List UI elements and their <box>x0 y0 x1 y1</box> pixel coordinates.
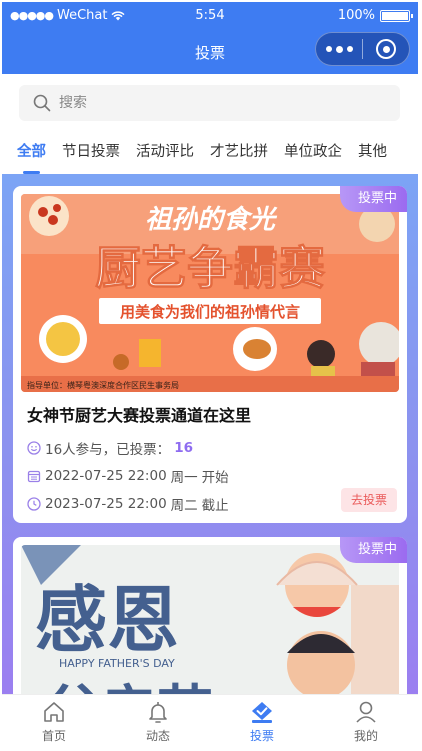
tab-talent-contest[interactable]: 才艺比拼 <box>210 132 268 174</box>
tab-all[interactable]: 全部 <box>17 132 46 174</box>
end-weekday: 周二 <box>170 498 198 514</box>
card-banner-image: 感恩 HAPPY FATHER'S DAY 父亲节 <box>21 545 399 694</box>
tab-organization[interactable]: 单位政企 <box>284 132 342 174</box>
more-dot-icon <box>346 46 353 52</box>
search-icon <box>33 94 51 112</box>
clock-icon <box>27 497 41 511</box>
bell-icon <box>149 702 167 723</box>
end-row: 2023-07-25 22:00 周二 截止 <box>27 494 229 514</box>
banner-sub-text: HAPPY FATHER'S DAY <box>59 657 175 670</box>
tabbar-activity[interactable]: 动态 <box>106 695 210 747</box>
battery-percent: 100% <box>337 8 375 23</box>
search-box[interactable] <box>19 85 400 121</box>
tabbar-home-label: 首页 <box>41 729 66 743</box>
tabbar-vote-label: 投票 <box>249 729 274 743</box>
mini-program-capsule <box>315 32 410 66</box>
tab-holiday-vote[interactable]: 节日投票 <box>62 132 120 174</box>
close-button[interactable] <box>363 39 409 59</box>
bottom-tab-bar: 首页 动态 投票 我的 <box>2 694 418 747</box>
tabbar-profile-label: 我的 <box>353 729 378 743</box>
vote-card[interactable]: 投票中 祖孙的食光 厨艺争霸赛 用美食为我们的祖孙情代言 指导单位：横琴粤澳深度… <box>13 186 407 523</box>
banner-main-text: 厨艺争霸赛 <box>95 241 326 295</box>
end-date: 2023-07-25 22:00 <box>45 496 167 512</box>
more-dot-icon <box>325 46 332 52</box>
more-button[interactable] <box>316 45 362 53</box>
category-tabs: 全部 节日投票 活动评比 才艺比拼 单位政企 其他 <box>2 132 418 174</box>
start-date: 2022-07-25 22:00 <box>45 468 167 484</box>
search-section <box>2 74 418 132</box>
vote-count: 16 <box>174 440 193 456</box>
banner-illustration: 祖孙的食光 厨艺争霸赛 用美食为我们的祖孙情代言 指导单位：横琴粤澳深度合作区民… <box>21 194 399 392</box>
participants-row: 16人参与，已投票： 16 <box>27 438 193 458</box>
tab-activity-rating[interactable]: 活动评比 <box>136 132 194 174</box>
battery-icon <box>380 9 413 22</box>
tabbar-profile[interactable]: 我的 <box>314 695 418 747</box>
search-input[interactable] <box>59 95 359 111</box>
tab-other[interactable]: 其他 <box>358 132 387 174</box>
banner-illustration: 感恩 HAPPY FATHER'S DAY 父亲节 <box>21 545 399 694</box>
status-bar: ●●●●● WeChat 5:54 100% <box>2 2 418 30</box>
banner-sub-text: 用美食为我们的祖孙情代言 <box>120 303 300 321</box>
participants-text: 16人参与，已投票： <box>45 442 171 458</box>
start-row: 2022-07-25 22:00 周一 开始 <box>27 466 229 486</box>
status-badge: 投票中 <box>339 537 407 563</box>
card-title: 女神节厨艺大赛投票通道在这里 <box>27 406 252 425</box>
tabbar-activity-label: 动态 <box>145 729 170 743</box>
more-dot-icon <box>335 45 343 53</box>
status-right: 100% <box>337 8 413 23</box>
tabbar-home[interactable]: 首页 <box>2 695 106 747</box>
app-frame: ●●●●● WeChat 5:54 100% 投票 搜索 全部 节日投票 活动评… <box>2 2 418 747</box>
go-vote-button[interactable]: 去投票 <box>341 488 397 512</box>
start-weekday: 周一 <box>170 470 198 486</box>
home-icon <box>44 702 64 722</box>
vote-icon <box>252 702 272 723</box>
banner-main-text: 感恩 <box>35 578 179 662</box>
start-label: 开始 <box>201 470 229 486</box>
banner-bottom-text: 父亲节 <box>45 680 213 694</box>
banner-footer-text: 指导单位：横琴粤澳深度合作区民生事务局 <box>27 380 179 390</box>
calendar-icon <box>27 470 41 483</box>
user-icon <box>356 701 376 723</box>
smile-icon <box>27 441 41 455</box>
card-banner-image: 祖孙的食光 厨艺争霸赛 用美食为我们的祖孙情代言 指导单位：横琴粤澳深度合作区民… <box>21 194 399 392</box>
top-bar: ●●●●● WeChat 5:54 100% 投票 <box>2 2 418 74</box>
end-label: 截止 <box>201 498 229 514</box>
banner-top-text: 祖孙的食光 <box>145 205 278 235</box>
vote-list: 投票中 祖孙的食光 厨艺争霸赛 用美食为我们的祖孙情代言 指导单位：横琴粤澳深度… <box>2 174 418 694</box>
vote-card[interactable]: 投票中 感恩 HAPPY FATHER'S DAY 父亲节 <box>13 537 407 694</box>
target-close-icon <box>376 39 396 59</box>
tabbar-vote[interactable]: 投票 <box>210 695 314 747</box>
status-badge: 投票中 <box>339 186 407 212</box>
